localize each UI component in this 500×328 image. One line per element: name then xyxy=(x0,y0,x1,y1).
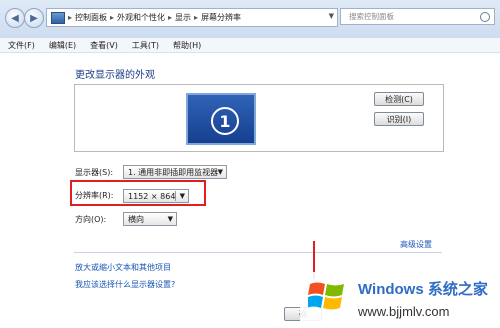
address-toolbar: ◀ ▶ ▸ 控制面板 ▸ 外观和个性化 ▸ 显示 ▸ 屏幕分辨率 ▼ 搜索控制面… xyxy=(0,0,500,39)
orientation-select[interactable]: 横向 ▼ xyxy=(123,212,177,226)
section-divider xyxy=(74,252,442,253)
advanced-settings-link[interactable]: 高级设置 xyxy=(400,239,432,250)
chevron-down-icon: ▼ xyxy=(217,168,223,176)
search-icon[interactable] xyxy=(480,12,490,22)
control-panel-icon xyxy=(51,11,65,24)
display-select-value: 1. 通用非即插即用监视器 xyxy=(128,167,219,177)
back-arrow-icon: ◀ xyxy=(11,12,19,24)
breadcrumb-separator: ▸ xyxy=(110,13,115,22)
breadcrumb-separator: ▸ xyxy=(68,13,73,22)
search-input[interactable]: 搜索控制面板 xyxy=(340,8,495,25)
monitor-number: 1 xyxy=(211,107,239,135)
menu-edit[interactable]: 编辑(E) xyxy=(41,40,82,51)
forward-arrow-icon: ▶ xyxy=(30,12,38,24)
watermark: Windows 系统之家 www.bjjmlv.com xyxy=(300,272,500,328)
menu-help[interactable]: 帮助(H) xyxy=(165,40,207,51)
breadcrumb-display[interactable]: 显示 xyxy=(175,12,191,23)
address-bar[interactable]: ▸ 控制面板 ▸ 外观和个性化 ▸ 显示 ▸ 屏幕分辨率 ▼ xyxy=(46,8,338,27)
breadcrumb-separator: ▸ xyxy=(168,13,173,22)
watermark-url: www.bjjmlv.com xyxy=(358,304,450,319)
back-button[interactable]: ◀ xyxy=(5,8,25,28)
chevron-down-icon: ▼ xyxy=(167,215,173,223)
breadcrumb-separator: ▸ xyxy=(194,13,199,22)
detect-button[interactable]: 检测(C) xyxy=(374,92,424,106)
display-label: 显示器(S): xyxy=(75,168,114,177)
identify-button[interactable]: 识别(I) xyxy=(374,112,424,126)
breadcrumb-appearance[interactable]: 外观和个性化 xyxy=(117,12,165,23)
orientation-select-value: 横向 xyxy=(128,214,144,224)
resolution-highlight-box xyxy=(70,180,206,206)
page-title: 更改显示器的外观 xyxy=(75,70,155,81)
display-select[interactable]: 1. 通用非即插即用监视器 ▼ xyxy=(123,165,227,179)
search-placeholder: 搜索控制面板 xyxy=(349,12,394,21)
orientation-label: 方向(O): xyxy=(75,215,107,224)
forward-button[interactable]: ▶ xyxy=(24,8,44,28)
windows-logo-icon xyxy=(308,282,344,310)
breadcrumb-control-panel[interactable]: 控制面板 xyxy=(75,12,107,23)
which-settings-link[interactable]: 我应该选择什么显示器设置? xyxy=(75,279,175,290)
menu-file[interactable]: 文件(F) xyxy=(0,40,41,51)
menu-tools[interactable]: 工具(T) xyxy=(124,40,165,51)
watermark-title: Windows 系统之家 xyxy=(358,278,488,299)
text-size-link[interactable]: 放大或缩小文本和其他项目 xyxy=(75,262,171,273)
watermark-brand: Windows xyxy=(358,281,424,298)
menu-bar: 文件(F) 编辑(E) 查看(V) 工具(T) 帮助(H) xyxy=(0,38,500,53)
monitor-1-thumbnail[interactable]: 1 xyxy=(186,93,256,145)
menu-view[interactable]: 查看(V) xyxy=(82,40,124,51)
watermark-brand-cn: 系统之家 xyxy=(427,281,488,298)
breadcrumb-resolution[interactable]: 屏幕分辨率 xyxy=(201,12,241,23)
chevron-down-icon[interactable]: ▼ xyxy=(329,12,334,20)
